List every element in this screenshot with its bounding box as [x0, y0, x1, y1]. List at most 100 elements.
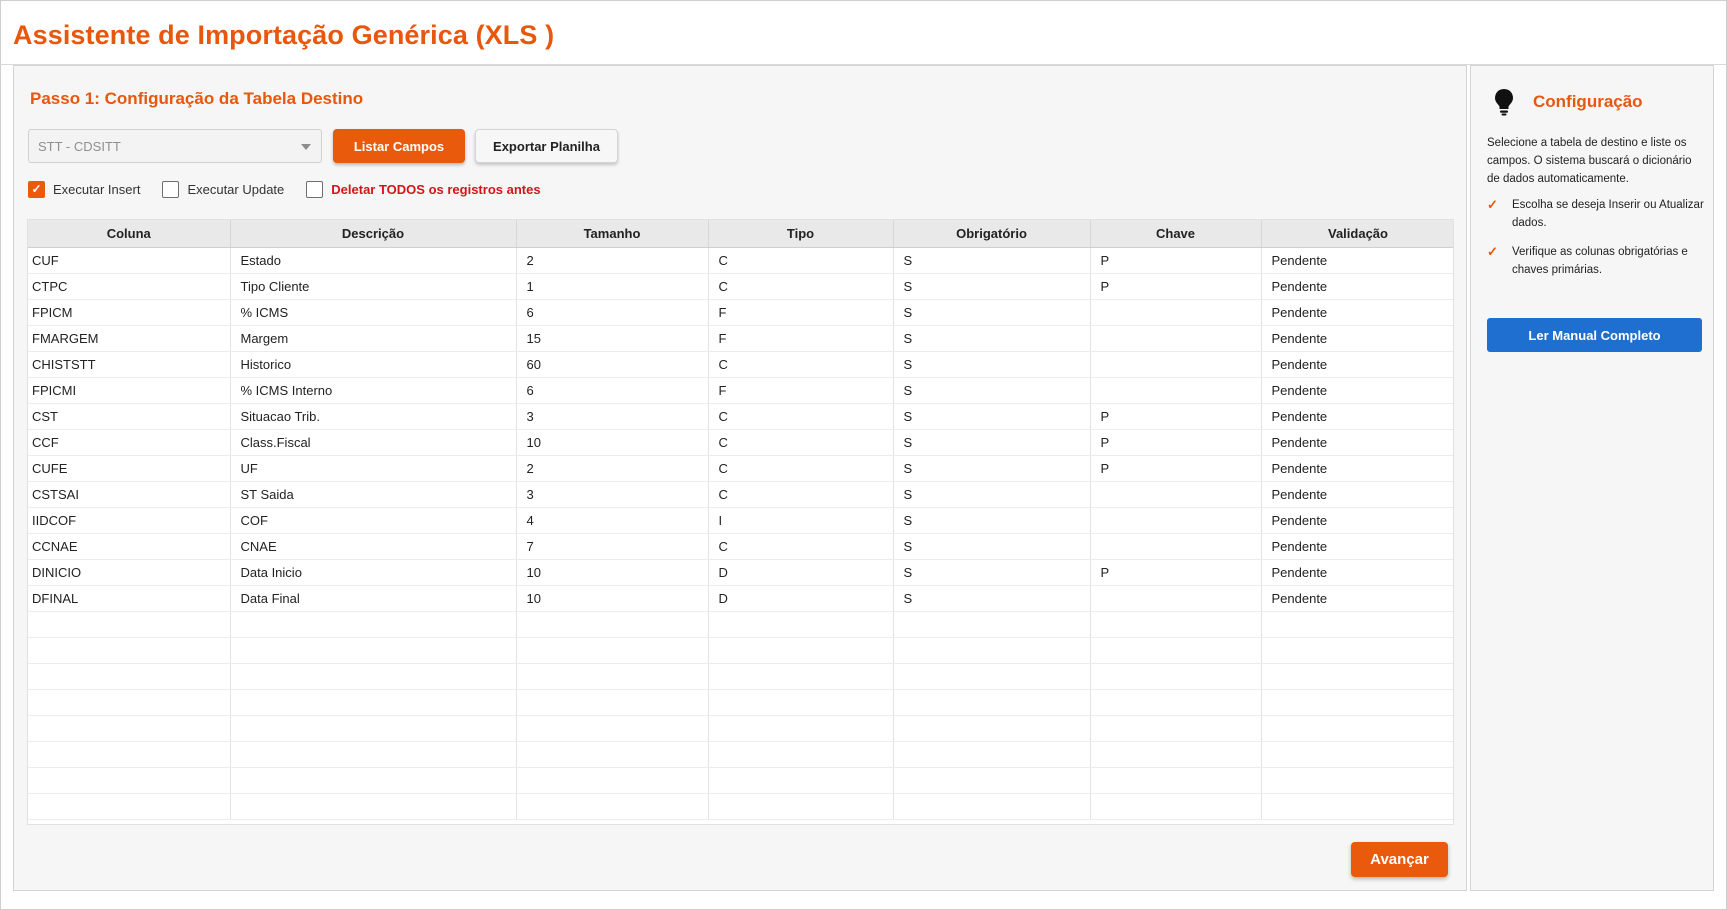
table-cell[interactable]: Pendente [1261, 273, 1453, 300]
table-cell[interactable]: 1 [516, 273, 709, 300]
table-row[interactable]: FMARGEM Margem 15 F S Pendente [28, 325, 1453, 352]
table-cell[interactable]: P [1090, 403, 1262, 430]
table-cell[interactable]: Pendente [1261, 481, 1453, 508]
table-cell[interactable]: S [893, 559, 1091, 586]
table-row[interactable]: FPICMI% ICMS Interno 6 F S Pendente [28, 377, 1453, 404]
table-cell[interactable]: P [1090, 273, 1262, 300]
table-cell[interactable]: CCNAE [28, 533, 231, 560]
table-row[interactable]: CHISTSTT Historico 60 C S Pendente [28, 351, 1453, 378]
update-option[interactable]: Executar Update [162, 180, 284, 198]
column-header[interactable]: Validação [1261, 220, 1453, 248]
table-cell[interactable]: 6 [516, 377, 709, 404]
table-cell[interactable]: Pendente [1261, 247, 1453, 274]
table-cell[interactable]: 10 [516, 429, 709, 456]
table-cell[interactable]: S [893, 403, 1091, 430]
column-header[interactable]: Descrição [230, 220, 517, 248]
table-cell[interactable]: Pendente [1261, 377, 1453, 404]
table-cell[interactable]: Pendente [1261, 455, 1453, 482]
table-cell[interactable]: Pendente [1261, 507, 1453, 534]
table-cell[interactable]: Margem [230, 325, 517, 352]
table-cell[interactable]: Pendente [1261, 325, 1453, 352]
column-header[interactable]: Tamanho [516, 220, 709, 248]
table-cell[interactable]: 10 [516, 559, 709, 586]
update-checkbox[interactable] [162, 180, 180, 198]
column-header[interactable]: Coluna [28, 220, 231, 248]
table-cell[interactable]: Historico [230, 351, 517, 378]
table-cell[interactable]: Pendente [1261, 403, 1453, 430]
table-cell[interactable]: F [708, 325, 894, 352]
table-cell[interactable]: CNAE [230, 533, 517, 560]
table-cell[interactable] [1090, 299, 1262, 326]
table-cell[interactable]: 10 [516, 585, 709, 612]
table-cell[interactable]: CHISTSTT [28, 351, 231, 378]
table-row[interactable]: CST Situacao Trib. 3 C S P Pendente [28, 403, 1453, 430]
table-cell[interactable]: IIDCOF [28, 507, 231, 534]
table-row[interactable]: DFINAL Data Final 10 D S Pendente [28, 585, 1453, 612]
table-cell[interactable]: F [708, 377, 894, 404]
table-cell[interactable]: S [893, 299, 1091, 326]
table-cell[interactable]: S [893, 429, 1091, 456]
table-cell[interactable]: C [708, 273, 894, 300]
table-cell[interactable]: 60 [516, 351, 709, 378]
table-cell[interactable]: S [893, 481, 1091, 508]
table-cell[interactable]: ST Saida [230, 481, 517, 508]
table-cell[interactable]: C [708, 351, 894, 378]
table-cell[interactable]: COF [230, 507, 517, 534]
table-cell[interactable]: % ICMS [230, 299, 517, 326]
list-fields-button[interactable]: Listar Campos [333, 129, 465, 163]
table-cell[interactable]: C [708, 455, 894, 482]
table-cell[interactable]: 3 [516, 481, 709, 508]
table-cell[interactable]: Pendente [1261, 533, 1453, 560]
table-cell[interactable]: S [893, 325, 1091, 352]
table-row[interactable]: CCF Class.Fiscal 10 C S P Pendente [28, 429, 1453, 456]
table-cell[interactable]: Data Final [230, 585, 517, 612]
table-cell[interactable]: Pendente [1261, 351, 1453, 378]
table-cell[interactable] [1090, 507, 1262, 534]
table-cell[interactable]: I [708, 507, 894, 534]
insert-checkbox[interactable]: ✓ [28, 180, 45, 198]
table-cell[interactable]: S [893, 351, 1091, 378]
table-cell[interactable]: FPICMI [28, 377, 231, 404]
table-cell[interactable] [1090, 351, 1262, 378]
table-cell[interactable]: D [708, 559, 894, 586]
table-cell[interactable]: S [893, 273, 1091, 300]
table-cell[interactable]: S [893, 533, 1091, 560]
table-cell[interactable]: Estado [230, 247, 517, 274]
table-row[interactable]: CTPC Tipo Cliente 1 C S P Pendente [28, 273, 1453, 300]
table-cell[interactable]: 15 [516, 325, 709, 352]
table-cell[interactable]: 4 [516, 507, 709, 534]
table-cell[interactable]: P [1090, 455, 1262, 482]
table-cell[interactable]: S [893, 507, 1091, 534]
table-cell[interactable] [1090, 377, 1262, 404]
table-cell[interactable] [1090, 325, 1262, 352]
table-cell[interactable]: CUFE [28, 455, 231, 482]
delete-all-checkbox[interactable] [306, 180, 324, 198]
table-cell[interactable]: Tipo Cliente [230, 273, 517, 300]
table-cell[interactable]: CST [28, 403, 231, 430]
table-cell[interactable]: CCF [28, 429, 231, 456]
table-cell[interactable]: F [708, 299, 894, 326]
table-row[interactable]: FPICM% ICMS 6 F S Pendente [28, 299, 1453, 326]
table-cell[interactable]: Class.Fiscal [230, 429, 517, 456]
table-row[interactable]: CSTSAI ST Saida 3 C S Pendente [28, 481, 1453, 508]
table-cell[interactable]: Pendente [1261, 299, 1453, 326]
table-cell[interactable]: C [708, 533, 894, 560]
table-cell[interactable]: 2 [516, 247, 709, 274]
table-row[interactable]: IIDCOF COF 4 I S Pendente [28, 507, 1453, 534]
table-cell[interactable]: Pendente [1261, 429, 1453, 456]
next-button[interactable]: Avançar [1351, 842, 1448, 877]
table-cell[interactable]: P [1090, 559, 1262, 586]
table-row[interactable]: CUF Estado 2 C S P Pendente [28, 247, 1453, 274]
delete-all-option[interactable]: Deletar TODOS os registros antes [306, 180, 541, 198]
table-cell[interactable] [1090, 533, 1262, 560]
table-cell[interactable]: Data Inicio [230, 559, 517, 586]
table-cell[interactable]: C [708, 247, 894, 274]
column-header[interactable]: Tipo [708, 220, 894, 248]
table-row[interactable]: CCNAE CNAE 7 C S Pendente [28, 533, 1453, 560]
column-header[interactable]: Chave [1090, 220, 1262, 248]
table-row[interactable]: CUFE UF 2 C S P Pendente [28, 455, 1453, 482]
table-select[interactable]: STT - CDSITT [28, 129, 322, 163]
table-cell[interactable]: D [708, 585, 894, 612]
table-cell[interactable]: S [893, 247, 1091, 274]
table-cell[interactable]: CTPC [28, 273, 231, 300]
